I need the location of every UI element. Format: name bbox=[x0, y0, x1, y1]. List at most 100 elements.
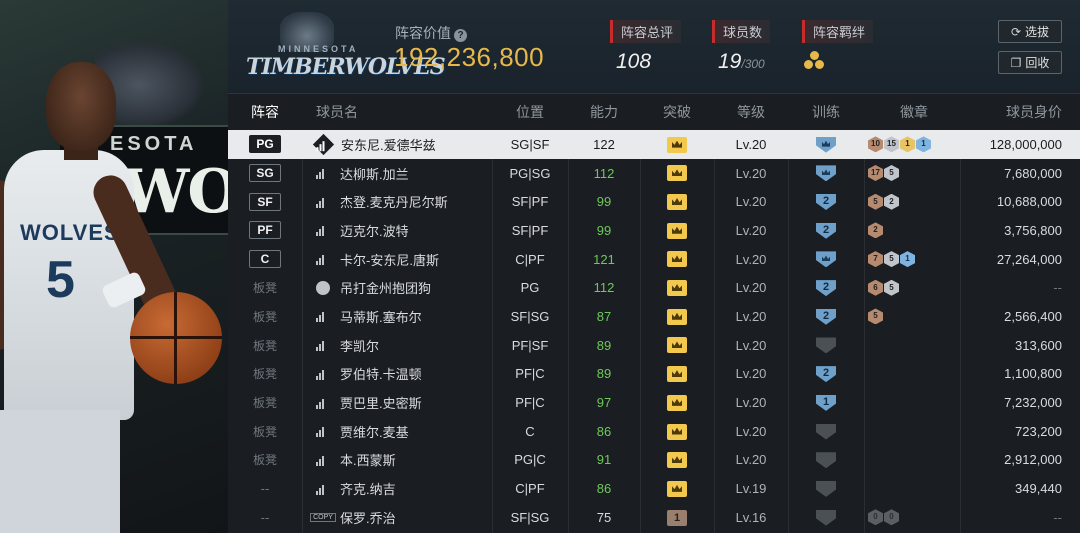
table-body: PG 安东尼.爱德华兹 SG|SF 122 Lv.20 10 15 1 1 128,0… bbox=[228, 130, 1080, 532]
breakthrough-crown-icon bbox=[667, 280, 687, 297]
lineup-slot-badge: C bbox=[249, 250, 281, 269]
help-icon[interactable]: ? bbox=[454, 29, 467, 42]
cell-lineup: -- bbox=[228, 510, 302, 525]
copy-icon: ❐ bbox=[1010, 55, 1022, 70]
table-row[interactable]: 板凳 贾维尔.麦基 C 86 Lv.20 723,200 bbox=[228, 417, 1080, 446]
cell-breakthrough bbox=[640, 193, 714, 210]
player-name: 贾巴里.史密斯 bbox=[340, 396, 422, 412]
player-name: 安东尼.爱德华兹 bbox=[341, 137, 436, 153]
cell-name[interactable]: 达柳斯.加兰 bbox=[302, 164, 492, 183]
col-header-ability[interactable]: 能力 bbox=[568, 102, 640, 122]
col-header-badges[interactable]: 徽章 bbox=[864, 102, 960, 122]
col-header-training[interactable]: 训练 bbox=[788, 102, 864, 122]
stat-overall: 阵容总评 108 bbox=[610, 20, 682, 74]
col-header-position[interactable]: 位置 bbox=[492, 102, 568, 122]
signal-icon bbox=[314, 307, 332, 325]
table-row[interactable]: PG 安东尼.爱德华兹 SG|SF 122 Lv.20 10 15 1 1 128,0… bbox=[228, 130, 1080, 159]
cell-name[interactable]: 卡尔-安东尼.唐斯 bbox=[302, 250, 492, 269]
cell-name[interactable]: COPY 保罗.乔治 bbox=[302, 508, 492, 527]
cell-badges: 52 bbox=[864, 193, 960, 210]
table-row[interactable]: 板凳 罗伯特.卡温顿 PF|C 89 Lv.20 2 1,100,800 bbox=[228, 360, 1080, 389]
cell-value: 2,566,400 bbox=[1004, 308, 1062, 324]
player-name: 罗伯特.卡温顿 bbox=[340, 367, 422, 383]
breakthrough-crown-icon bbox=[667, 452, 687, 469]
cell-ability: 87 bbox=[596, 308, 612, 324]
cell-value: 723,200 bbox=[1015, 423, 1062, 439]
breakthrough-crown-icon bbox=[667, 337, 687, 354]
cell-name[interactable]: 杰登.麦克丹尼尔斯 bbox=[302, 192, 492, 211]
table-header: 阵容 球员名 位置 能力 突破 等级 训练 徽章 球员身价 bbox=[228, 94, 1080, 130]
col-header-value[interactable]: 球员身价 bbox=[960, 102, 1080, 122]
player-name: 贾维尔.麦基 bbox=[340, 424, 409, 440]
cell-position: PG|C bbox=[514, 452, 546, 468]
table-row[interactable]: C 卡尔-安东尼.唐斯 C|PF 121 Lv.20 751 27,264,00… bbox=[228, 245, 1080, 274]
training-level-shield: 2 bbox=[816, 222, 836, 239]
cell-name[interactable]: 齐克.纳吉 bbox=[302, 479, 492, 498]
cell-breakthrough bbox=[640, 136, 714, 153]
signal-icon bbox=[314, 422, 332, 440]
table-row[interactable]: SG 达柳斯.加兰 PG|SG 112 Lv.20 17 5 7,680,000 bbox=[228, 159, 1080, 188]
cell-value: 128,000,000 bbox=[989, 136, 1062, 152]
col-header-name[interactable]: 球员名 bbox=[302, 102, 492, 122]
badge-blue-icon: 1 bbox=[900, 251, 915, 268]
table-row[interactable]: 板凳 马蒂斯.塞布尔 SF|SG 87 Lv.20 2 5 2,566,400 bbox=[228, 302, 1080, 331]
signal-icon bbox=[314, 451, 332, 469]
cell-position: PF|C bbox=[515, 366, 545, 382]
badge-grey-icon: 0 bbox=[868, 509, 883, 526]
cell-training: 2 bbox=[788, 308, 864, 325]
cell-lineup: SG bbox=[228, 164, 302, 183]
cell-name[interactable]: 吊打金州抱团狗 bbox=[302, 278, 492, 297]
bond-icon[interactable] bbox=[802, 51, 826, 71]
cell-name[interactable]: 贾巴里.史密斯 bbox=[302, 393, 492, 412]
table-row[interactable]: 板凳 李凯尔 PF|SF 89 Lv.20 313,600 bbox=[228, 331, 1080, 360]
cell-ability: 99 bbox=[596, 222, 612, 238]
cell-ability: 75 bbox=[596, 509, 612, 525]
breakthrough-crown-icon bbox=[667, 222, 687, 239]
signal-icon bbox=[314, 394, 332, 412]
cell-training bbox=[788, 480, 864, 497]
table-row[interactable]: -- COPY 保罗.乔治 SF|SG 75 1 Lv.16 00 -- bbox=[228, 503, 1080, 532]
table-row[interactable]: 板凳 吊打金州抱团狗 PG 112 Lv.20 2 65 -- bbox=[228, 273, 1080, 302]
badge-bronze-icon: 7 bbox=[868, 251, 883, 268]
select-button[interactable]: ⟳ 选拔 bbox=[998, 20, 1062, 43]
lineup-slot-badge: PF bbox=[249, 221, 281, 240]
cell-name[interactable]: 罗伯特.卡温顿 bbox=[302, 364, 492, 383]
cell-level: Lv.20 bbox=[735, 452, 767, 468]
table-row[interactable]: SF 杰登.麦克丹尼尔斯 SF|PF 99 Lv.20 2 52 10,688,… bbox=[228, 187, 1080, 216]
cell-name[interactable]: 迈克尔.波特 bbox=[302, 221, 492, 240]
player-name: 吊打金州抱团狗 bbox=[340, 281, 432, 297]
col-header-breakthrough[interactable]: 突破 bbox=[640, 102, 714, 122]
stat-bond-label: 阵容羁绊 bbox=[802, 20, 874, 43]
cell-name[interactable]: 马蒂斯.塞布尔 bbox=[302, 307, 492, 326]
cell-ability: 112 bbox=[593, 165, 615, 181]
col-header-level[interactable]: 等级 bbox=[714, 102, 788, 122]
cell-breakthrough: 1 bbox=[640, 509, 714, 526]
breakthrough-crown-icon bbox=[667, 251, 687, 268]
cell-level: Lv.16 bbox=[735, 509, 767, 525]
table-row[interactable]: -- 齐克.纳吉 C|PF 86 Lv.19 349,440 bbox=[228, 474, 1080, 503]
cell-position: SF|SG bbox=[510, 308, 550, 324]
recycle-button[interactable]: ❐ 回收 bbox=[998, 51, 1062, 74]
cell-badges: 10 15 1 1 bbox=[864, 136, 960, 153]
cell-lineup: 板凳 bbox=[228, 308, 302, 325]
player-name: 迈克尔.波特 bbox=[340, 223, 409, 239]
cell-name[interactable]: 本.西蒙斯 bbox=[302, 450, 492, 469]
cell-value: 1,100,800 bbox=[1004, 366, 1062, 382]
signal-icon bbox=[314, 193, 332, 211]
col-header-lineup[interactable]: 阵容 bbox=[228, 102, 302, 122]
cell-level: Lv.20 bbox=[735, 194, 767, 210]
cell-ability: 122 bbox=[593, 136, 615, 152]
stat-bond[interactable]: 阵容羁绊 bbox=[802, 20, 874, 71]
table-row[interactable]: PF 迈克尔.波特 SF|PF 99 Lv.20 2 2 3,756,800 bbox=[228, 216, 1080, 245]
training-crown-shield-icon bbox=[816, 165, 836, 182]
lineup-slot-text: 板凳 bbox=[252, 281, 277, 296]
table-row[interactable]: 板凳 本.西蒙斯 PG|C 91 Lv.20 2,912,000 bbox=[228, 446, 1080, 475]
table-row[interactable]: 板凳 贾巴里.史密斯 PF|C 97 Lv.20 1 7,232,000 bbox=[228, 388, 1080, 417]
cell-position: SG|SF bbox=[510, 136, 550, 152]
cell-name[interactable]: 安东尼.爱德华兹 bbox=[302, 133, 492, 155]
cell-name[interactable]: 贾维尔.麦基 bbox=[302, 422, 492, 441]
cell-name[interactable]: 李凯尔 bbox=[302, 336, 492, 355]
signal-icon bbox=[314, 221, 332, 239]
cell-level: Lv.20 bbox=[735, 222, 767, 238]
training-empty-shield-icon bbox=[816, 509, 836, 526]
